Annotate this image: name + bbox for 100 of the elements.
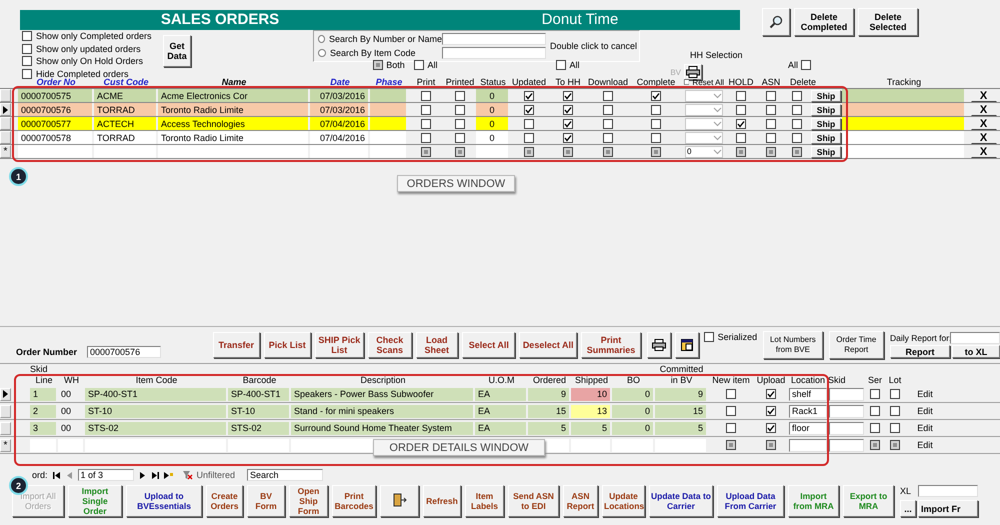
description-cell: Speakers - Power Bass Subwoofer	[291, 388, 473, 400]
hh-selection-label: HH Selection	[690, 50, 743, 60]
order-number-cell: 0000700575	[18, 89, 92, 102]
search-option-label: Search By Number or Name	[328, 34, 442, 44]
column-header: Tracking	[886, 77, 922, 87]
committed-cell: 15	[655, 404, 706, 418]
toggle-label: All	[788, 60, 798, 70]
customer-code-cell: ACTECH	[94, 117, 156, 130]
form-title: SALES ORDERS	[160, 10, 280, 30]
item-code-cell: STS-02	[85, 422, 226, 434]
shipped-cell: 13	[571, 404, 610, 418]
column-header: in BV	[670, 375, 692, 385]
unit-cell: EA	[475, 404, 526, 418]
column-header: HOLD	[728, 77, 754, 87]
column-header: Description	[360, 375, 406, 385]
customer-name-cell: Toronto Radio Limite	[158, 131, 308, 144]
description-cell: Stand - for mini speakers	[291, 404, 473, 418]
unit-cell: EA	[475, 388, 526, 400]
column-header: Print	[416, 77, 436, 87]
warehouse-cell-text: 00	[60, 388, 72, 400]
date-cell: 07/03/2016	[310, 89, 368, 102]
xl-label: XL	[900, 486, 912, 496]
column-header: Name	[222, 77, 246, 87]
toggle-label: Both	[386, 60, 405, 70]
line-cell: 3	[30, 422, 56, 434]
column-header: Skid	[828, 375, 846, 385]
column-header: WH	[64, 375, 79, 385]
customer-code-cell: TORRAD	[94, 103, 156, 116]
column-header: Status	[480, 77, 506, 87]
committed-cell: 9	[655, 388, 706, 400]
column-header: Barcode	[242, 375, 276, 385]
window-label: ORDERS WINDOW	[397, 175, 515, 192]
column-header: Reset All	[692, 78, 724, 86]
shipped-cell: 5	[571, 422, 610, 434]
date-cell: 07/04/2016	[310, 117, 368, 130]
toggle-label: All	[427, 60, 438, 70]
ordered-cell: 15	[528, 404, 569, 418]
barcode-cell: STS-02	[228, 422, 289, 434]
record-label: ord:	[32, 470, 48, 480]
column-header: Shipped	[574, 375, 608, 385]
barcode-cell: ST-10	[228, 404, 289, 418]
filter-label: Show only On Hold Orders	[36, 56, 144, 66]
item-code-cell: ST-10	[85, 404, 226, 418]
column-header: Skid	[30, 364, 48, 374]
company-name: Donut Time	[540, 10, 620, 30]
ordered-cell: 9	[528, 388, 569, 400]
column-header: ASN	[762, 77, 780, 87]
date-cell: 07/03/2016	[310, 103, 368, 116]
status-cell: 0	[476, 89, 508, 102]
status-cell: 0	[476, 131, 508, 144]
column-header: U.O.M	[488, 375, 514, 385]
committed-cell: 5	[655, 422, 706, 434]
filter-label: Hide Completed orders	[36, 68, 129, 79]
status-cell: 0	[476, 103, 508, 116]
status-cell: 0	[476, 117, 508, 130]
filter-label: Show only Completed orders	[36, 31, 152, 42]
column-header: Download	[588, 77, 628, 87]
column-header: New item	[712, 375, 750, 385]
shipped-cell: 10	[571, 388, 610, 400]
date-cell: 07/04/2016	[310, 131, 368, 144]
line-cell: 1	[30, 388, 56, 400]
line-cell: 2	[30, 404, 56, 418]
unit-cell: EA	[475, 422, 526, 434]
column-header: Ordered	[532, 375, 566, 385]
column-header: Upload	[756, 375, 786, 385]
search-option-label: Search By Item Code	[330, 48, 416, 58]
window-label-tooltip: ORDER DETAILS WINDOW	[373, 439, 545, 456]
column-header: BO	[626, 375, 640, 385]
bv-label: BV	[670, 68, 681, 76]
order-number-cell: 0000700576	[18, 103, 92, 116]
backorder-cell: 0	[612, 422, 653, 434]
column-header: Updated	[512, 77, 546, 87]
item-code-cell: SP-400-ST1	[85, 388, 226, 400]
column-header: Committed	[660, 364, 704, 374]
column-header: Location	[790, 375, 826, 385]
customer-name-cell: Acme Electronics Cor	[158, 89, 308, 102]
column-header: Line	[35, 375, 52, 385]
order-number-cell: 0000700577	[18, 117, 92, 130]
column-header: Complete	[636, 77, 676, 87]
customer-code-cell: ACME	[94, 89, 156, 102]
warehouse-cell-text: 00	[60, 405, 72, 418]
ordered-cell: 5	[528, 422, 569, 434]
filter-label: Show only updated orders	[36, 44, 141, 54]
customer-name-cell: Toronto Radio Limite	[158, 103, 308, 116]
column-header: Item Code	[136, 375, 178, 385]
column-header: Ser	[868, 375, 882, 385]
column-header: To HH	[555, 77, 580, 87]
column-header: Delete	[790, 77, 816, 87]
description-cell: Surround Sound Home Theater System	[291, 422, 473, 434]
warehouse-cell-text: 00	[60, 422, 72, 434]
order-number-label: Order Number	[16, 347, 78, 357]
serialized-label: Serialized	[718, 332, 758, 342]
column-header: Printed	[446, 77, 474, 87]
backorder-cell: 0	[612, 404, 653, 418]
cancel-hint: Double click to cancel	[549, 41, 638, 51]
column-header: Lot	[888, 375, 902, 385]
backorder-cell: 0	[612, 388, 653, 400]
customer-name-cell: Access Technologies	[158, 117, 308, 130]
barcode-cell: SP-400-ST1	[228, 388, 289, 400]
order-number-cell: 0000700578	[18, 131, 92, 144]
